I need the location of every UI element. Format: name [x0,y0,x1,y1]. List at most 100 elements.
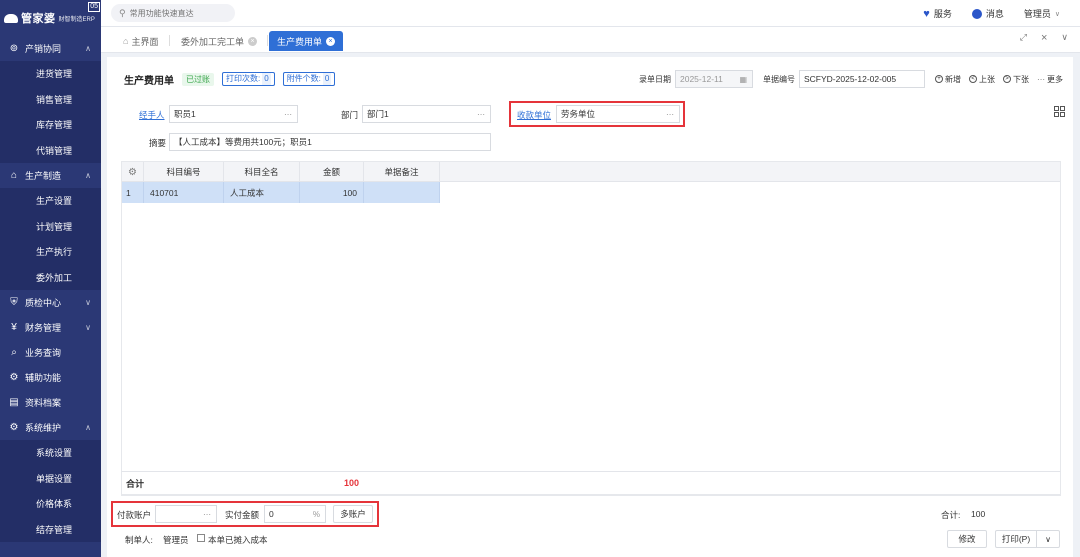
cost-checkbox-label: 本单已摊入成本 [208,535,268,545]
chevron-up-icon: ∧ [85,423,91,432]
department-field[interactable]: 部门1 ⋯ [362,105,491,123]
print-button[interactable]: 打印(P) [995,530,1037,548]
sidebar-item[interactable]: 系统设置 [0,440,101,466]
sidebar-group-label: 辅助功能 [25,373,62,383]
print-dropdown[interactable]: ∨ [1036,530,1060,548]
search-input[interactable] [129,8,225,18]
grid-settings-icon[interactable]: ⚙ [122,162,144,182]
qr-code-icon[interactable] [1054,106,1065,117]
date-label: 录单日期 [639,74,671,84]
new-label: 新增 [945,74,961,84]
sidebar-item[interactable]: 价格体系 [0,491,101,517]
sidebar-group[interactable]: ⚙ 系统维护 ∧ [0,415,101,440]
pay-account-field[interactable]: ⋯ [155,505,217,523]
tab-home[interactable]: ⌂ 主界面 [115,31,166,51]
sidebar-item[interactable]: 结存管理 [0,516,101,542]
close-icon[interactable]: × [248,36,258,46]
ellipsis-icon[interactable]: ⋯ [477,110,486,119]
sidebar-group[interactable]: ⌕ 业务查询 [0,340,101,365]
search-box[interactable]: ⚲ [111,4,235,22]
tab-production-expense[interactable]: 生产费用单 × [269,31,344,51]
paid-amount-label: 实付金额 [225,510,260,520]
tab-outsourcing-completion[interactable]: 委外加工完工单 × [173,31,265,51]
cell-amount[interactable]: 100 [300,182,364,203]
sidebar-group[interactable]: ▤ 资料档案 [0,390,101,415]
sidebar-item[interactable]: 进货管理 [0,61,101,87]
prev-button[interactable]: < 上张 [969,74,995,85]
column-header[interactable]: 科目全名 [224,162,300,182]
message-icon [971,8,982,19]
service-label: 服务 [933,9,952,19]
sidebar-group[interactable]: ⚙ 辅助功能 [0,365,101,390]
archive-icon: ▤ [9,397,19,408]
date-field[interactable]: 2025-12-11 ▦ [675,70,753,88]
calendar-icon[interactable]: ▦ [739,75,748,84]
message-button[interactable]: 消息 [971,7,1004,20]
message-label: 消息 [985,9,1004,19]
shield-icon: ⛨ [10,297,18,308]
sidebar-group-label: 资料档案 [25,398,62,408]
fullscreen-icon[interactable]: ⤢ [1020,32,1027,44]
bill-number-label: 单据编号 [763,74,795,84]
payee-label[interactable]: 收款单位 [517,109,551,121]
sidebar-group[interactable]: ¥ 财务管理 ∨ [0,315,101,340]
payee-value: 劳务单位 [561,109,596,119]
tab-label: 生产费用单 [277,36,323,47]
sidebar-item[interactable]: 单据设置 [0,465,101,491]
cell-name[interactable]: 人工成本 [224,182,300,203]
table-row[interactable]: 1 410701 人工成本 100 [122,182,440,203]
handler-field[interactable]: 职员1 ⋯ [169,105,298,123]
settings-icon: ⚙ [9,422,19,433]
sidebar-item[interactable]: 生产设置 [0,188,101,214]
sidebar-group[interactable]: ⛨ 质检中心 ∨ [0,290,101,315]
sidebar-item[interactable]: 代销管理 [0,137,101,163]
sidebar-item[interactable]: 委外加工 [0,264,101,290]
sidebar-item[interactable]: 销售管理 [0,86,101,112]
next-button[interactable]: > 下张 [1003,74,1029,85]
cell-remark[interactable] [364,182,440,203]
service-button[interactable]: ♥ 服务 [923,7,952,20]
chevron-down-icon: ∨ [1054,10,1060,18]
cell-code[interactable]: 410701 [144,182,224,203]
payee-field[interactable]: 劳务单位 ⋯ [556,105,680,123]
total-amount: 100 [344,478,360,488]
sidebar-item[interactable]: 生产执行 [0,239,101,265]
department-label: 部门 [341,110,359,120]
sidebar-group[interactable]: ⌂ 生产制造 ∧ [0,163,101,188]
cost-checkbox[interactable] [197,534,205,542]
paid-amount-field[interactable]: 0 % [264,505,326,523]
ellipsis-icon[interactable]: ⋯ [284,110,293,119]
tab-divider [267,35,268,46]
ellipsis-icon[interactable]: ⋯ [203,510,212,519]
user-menu[interactable]: 管理员 ∨ [1024,7,1060,20]
tab-label: 主界面 [131,36,159,47]
query-icon: ⌕ [11,347,17,358]
sidebar-item[interactable]: 库存管理 [0,112,101,138]
multi-account-button[interactable]: 多账户 [333,505,373,523]
tab-label: 委外加工完工单 [181,36,245,47]
print-count-badge[interactable]: 打印次数: 0 [222,72,275,86]
column-header[interactable]: 科目编号 [144,162,224,182]
column-header[interactable]: 单据备注 [364,162,440,182]
close-icon[interactable]: × [326,36,336,46]
chevron-down-icon: ∨ [85,298,91,307]
chevron-down-icon[interactable]: ∨ [1061,32,1068,44]
column-header[interactable]: 金额 [300,162,364,182]
memo-field[interactable]: 【人工成本】等费用共100元；职员1 [169,133,491,151]
attachment-count-badge[interactable]: 附件个数: 0 [282,72,336,86]
maker-label: 制单人: [125,535,153,545]
search-icon: ⚲ [119,7,126,18]
new-button[interactable]: + 新增 [935,74,961,85]
modify-button[interactable]: 修改 [947,530,987,548]
sidebar-item[interactable]: 计划管理 [0,213,101,239]
close-icon[interactable]: × [1041,32,1047,44]
plus-icon: + [935,75,943,83]
pay-account-label: 付款账户 [117,510,152,520]
more-button[interactable]: ⋯ 更多 [1037,74,1063,85]
main-panel: 生产费用单 已过账 打印次数: 0 附件个数: 0 录单日期 2025-12-11 … [107,57,1073,557]
sidebar-group[interactable]: ⊚ 产销协同 ∧ [0,36,101,61]
ellipsis-icon[interactable]: ⋯ [666,110,675,119]
bill-number-field[interactable]: SCFYD-2025-12-02-005 [799,70,925,88]
handler-label[interactable]: 经手人 [139,109,165,121]
heart-icon: ♥ [923,7,930,20]
